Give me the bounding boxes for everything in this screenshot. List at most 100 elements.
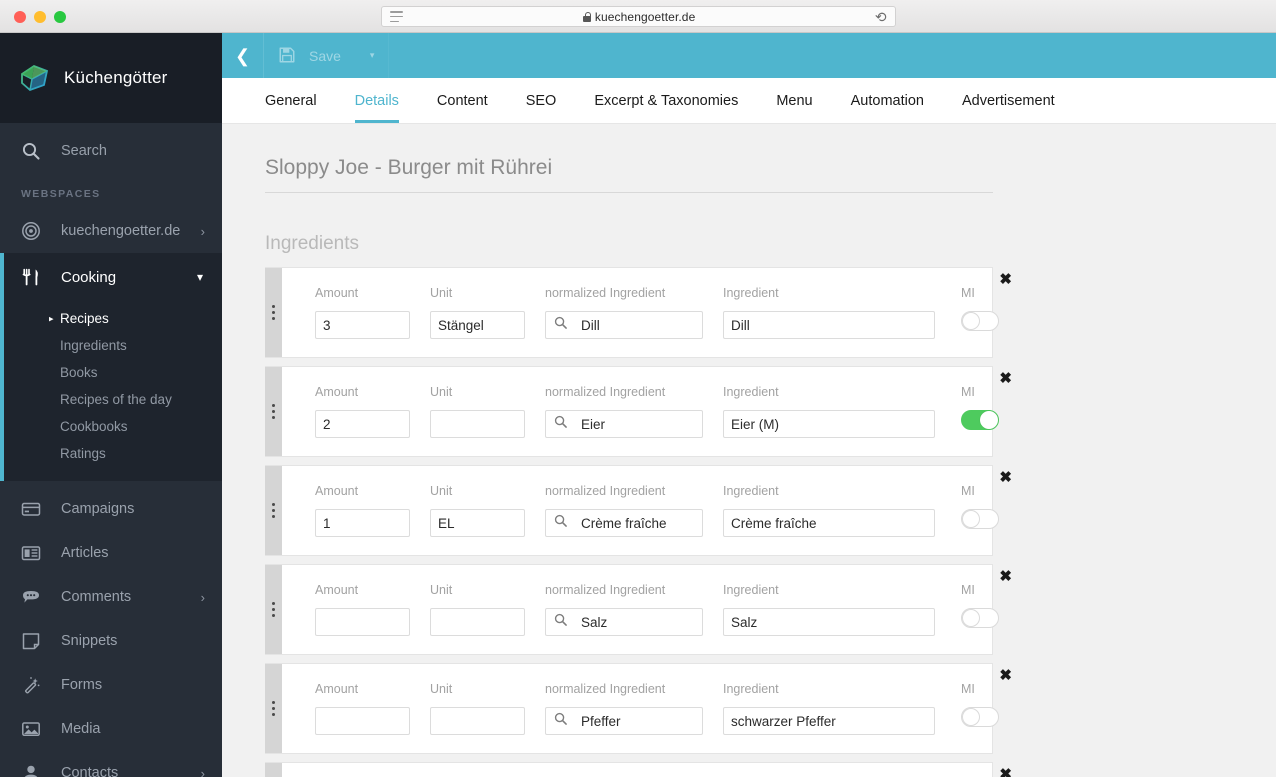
tab-excerpt-taxonomies[interactable]: Excerpt & Taxonomies [594,93,738,124]
toggle-knob [980,411,998,429]
normalized-ingredient-label: normalized Ingredient [545,484,666,498]
ingredient-field: Ingredient [723,286,935,357]
mi-toggle[interactable] [961,608,999,628]
sidebar-item-snippets[interactable]: Snippets [0,619,222,663]
sidebar-item-media[interactable]: Media [0,707,222,751]
tab-menu[interactable]: Menu [776,93,812,124]
ingredient-input[interactable] [723,410,935,438]
drag-handle[interactable] [265,268,282,357]
zoom-window-button[interactable] [54,11,66,23]
normalized-ingredient-search[interactable] [545,311,765,339]
page-title[interactable]: Sloppy Joe - Burger mit Rührei [265,156,993,193]
unit-input[interactable] [430,410,525,438]
sidebar-item-contacts[interactable]: Contacts › [0,751,222,777]
toggle-knob [962,708,980,726]
sidebar-item-label: Snippets [61,633,118,649]
sidebar-item-recipes-of-the-day[interactable]: Recipes of the day [4,386,222,413]
sidebar-item-cookbooks[interactable]: Cookbooks [4,413,222,440]
drag-handle[interactable] [265,664,282,753]
remove-row-button[interactable]: ✖ [999,569,1012,584]
chevron-down-icon[interactable]: ▾ [197,270,203,284]
save-button[interactable]: Save ▾ [264,33,390,78]
tab-automation[interactable]: Automation [851,93,924,124]
chevron-left-icon: ❮ [234,45,251,66]
unit-field: Unit [430,286,525,357]
row-fields: ✖ Amount Unit normalized Ingredient Ingredie… [282,565,1021,654]
drag-dots-icon [272,305,275,320]
amount-input[interactable] [315,311,410,339]
sidebar-item-webspace[interactable]: kuechengoetter.de › [0,209,222,253]
amount-input[interactable] [315,707,410,735]
chevron-down-icon[interactable]: ▾ [370,50,375,61]
ingredient-input[interactable] [723,509,935,537]
normalized-ingredient-search[interactable] [545,509,765,537]
unit-input[interactable] [430,509,525,537]
reader-lines-icon[interactable] [390,11,403,22]
sidebar-item-recipes[interactable]: Recipes [4,305,222,332]
ingredient-field: Ingredient [723,583,935,654]
mi-toggle[interactable] [961,707,999,727]
sidebar-item-ratings[interactable]: Ratings [4,440,222,467]
ingredient-input[interactable] [723,311,935,339]
sidebar-item-campaigns[interactable]: Campaigns [0,487,222,531]
row-fields: ✖ Amount Unit normalized Ingredient Ingredie… [282,367,1021,456]
remove-row-button[interactable]: ✖ [999,767,1012,777]
drag-handle[interactable] [265,763,282,777]
mi-label: MI [961,286,975,300]
unit-input[interactable] [430,608,525,636]
tab-details[interactable]: Details [354,93,399,123]
sidebar-item-label: Campaigns [61,501,135,517]
mi-toggle[interactable] [961,509,999,529]
unit-label: Unit [430,484,453,498]
remove-row-button[interactable]: ✖ [999,668,1012,683]
sidebar-item-ingredients[interactable]: Ingredients [4,332,222,359]
table-row: ✖ Amount Unit normalized Ingredient Ingredie… [265,465,1012,556]
sidebar-item-cooking[interactable]: Cooking ▾ [4,253,222,301]
drag-handle[interactable] [265,565,282,654]
search-input[interactable]: Search [0,123,222,179]
amount-input[interactable] [315,608,410,636]
sidebar-item-forms[interactable]: Forms [0,663,222,707]
unit-field: Unit [430,484,525,555]
address-bar[interactable]: kuechengoetter.de ⟳ [381,6,896,27]
minimize-window-button[interactable] [34,11,46,23]
normalized-ingredient-search[interactable] [545,707,765,735]
ingredient-input[interactable] [723,608,935,636]
tab-content[interactable]: Content [437,93,488,124]
normalized-ingredient-search[interactable] [545,608,765,636]
normalized-ingredient-search[interactable] [545,410,765,438]
tab-advertisement[interactable]: Advertisement [962,93,1055,124]
sidebar-group-cooking: Cooking ▾ Recipes Ingredients Books Reci… [0,253,222,481]
mi-toggle[interactable] [961,410,999,430]
amount-input[interactable] [315,509,410,537]
sidebar-item-label: Media [61,721,101,737]
ingredient-input[interactable] [723,707,935,735]
drag-handle[interactable] [265,466,282,555]
unit-input[interactable] [430,311,525,339]
sidebar-brand-header[interactable]: Küchengötter [0,33,222,123]
amount-label: Amount [315,286,359,300]
amount-input[interactable] [315,410,410,438]
unit-field: Unit [430,682,525,753]
sidebar-subitems: Recipes Ingredients Books Recipes of the… [4,301,222,481]
back-button[interactable]: ❮ [222,33,264,78]
floppy-disk-icon [278,46,298,66]
drag-dots-icon [272,701,275,716]
mi-toggle[interactable] [961,311,999,331]
unit-input[interactable] [430,707,525,735]
sidebar-item-articles[interactable]: Articles [0,531,222,575]
tab-general[interactable]: General [265,93,317,124]
remove-row-button[interactable]: ✖ [999,371,1012,386]
remove-row-button[interactable]: ✖ [999,470,1012,485]
remove-row-button[interactable]: ✖ [999,272,1012,287]
person-icon [21,763,41,777]
sidebar-item-comments[interactable]: Comments › [0,575,222,619]
sidebar-item-books[interactable]: Books [4,359,222,386]
ingredient-label: Ingredient [723,286,779,300]
row-fields: ✖ Amount Unit normalized Ingredient Ingredie… [282,268,1021,357]
drag-handle[interactable] [265,367,282,456]
amount-label: Amount [315,682,359,696]
reload-icon[interactable]: ⟳ [875,9,887,25]
close-window-button[interactable] [14,11,26,23]
tab-seo[interactable]: SEO [526,93,557,124]
